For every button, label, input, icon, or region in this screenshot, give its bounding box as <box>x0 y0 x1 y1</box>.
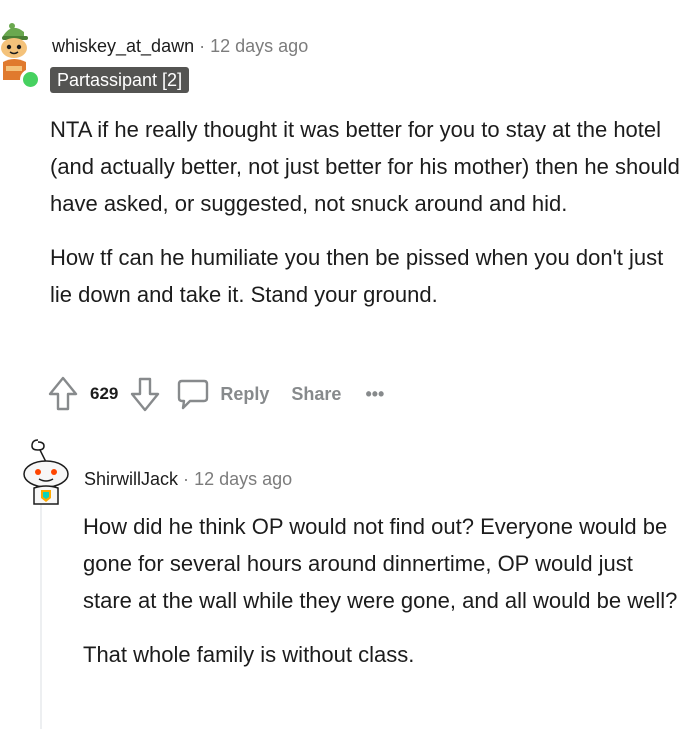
snoo-avatar-icon <box>23 439 69 505</box>
comment-meta: ShirwillJack · 12 days ago <box>84 467 292 491</box>
speech-bubble-icon <box>178 379 209 410</box>
share-button[interactable]: Share <box>291 384 341 405</box>
more-options-icon[interactable]: ••• <box>365 384 384 405</box>
thread-line[interactable] <box>40 500 42 729</box>
reply-label: Reply <box>220 383 270 404</box>
comment-body: NTA if he really thought it was better f… <box>50 111 690 330</box>
user-flair: Partassipant [2] <box>50 67 190 93</box>
avatar[interactable] <box>18 438 72 506</box>
comment-paragraph: How tf can he humiliate you then be piss… <box>50 245 664 307</box>
downvote-arrow-icon[interactable] <box>128 374 162 414</box>
comment-body: How did he think OP would not find out? … <box>83 508 683 690</box>
upvote-arrow-icon[interactable] <box>46 374 80 414</box>
online-status-indicator <box>20 69 41 90</box>
comment-meta: whiskey_at_dawn · 12 days ago <box>52 34 308 58</box>
vote-score: 629 <box>90 384 119 403</box>
comment-paragraph: NTA if he really thought it was better f… <box>50 117 680 216</box>
reply-button[interactable]: Reply <box>176 377 269 411</box>
comment-paragraph: How did he think OP would not find out? … <box>83 514 678 613</box>
comment-paragraph: That whole family is without class. <box>83 642 415 667</box>
meta-separator: · <box>183 469 190 489</box>
username[interactable]: ShirwillJack <box>84 469 178 489</box>
meta-separator: · <box>199 36 206 56</box>
username[interactable]: whiskey_at_dawn <box>52 36 194 56</box>
timestamp[interactable]: 12 days ago <box>210 36 308 56</box>
comment-actions: 629 Reply Share ••• <box>46 372 384 416</box>
timestamp[interactable]: 12 days ago <box>194 469 292 489</box>
